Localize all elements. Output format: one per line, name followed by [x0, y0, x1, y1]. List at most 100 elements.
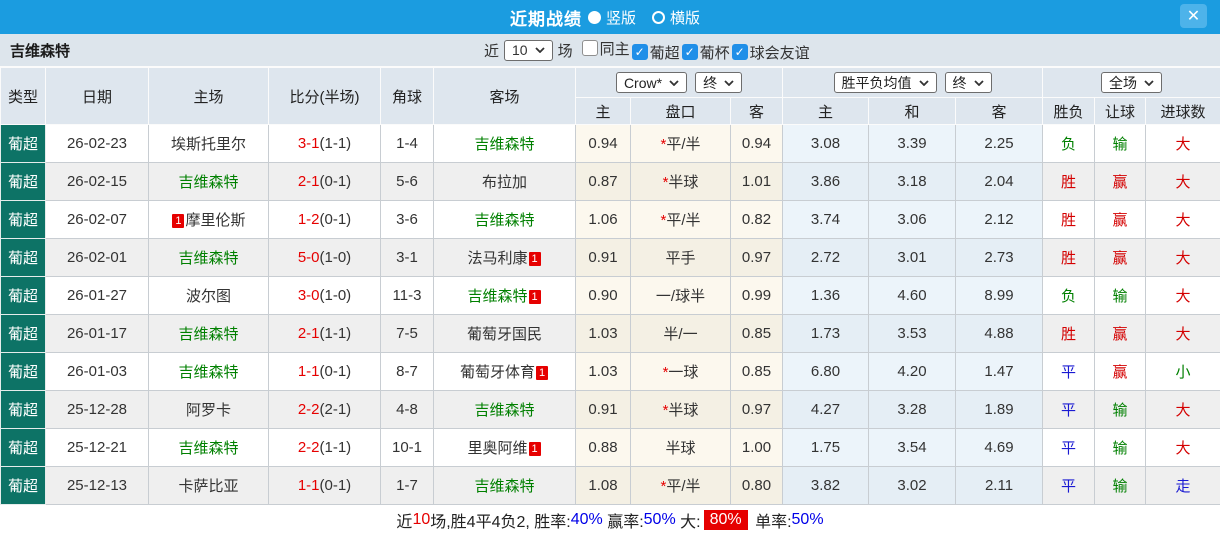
match-row: 葡超 26-01-03 吉维森特 1-1(0-1) 8-7 葡萄牙体育 1 1.0… — [0, 352, 1220, 391]
final-score: 1-1 — [297, 363, 320, 380]
view-mode-radio[interactable]: 横版 — [652, 7, 710, 28]
avg-draw-cell: 4.20 — [868, 352, 956, 391]
outcome-result-cell: 负 — [1042, 276, 1095, 315]
odds-away-cell: 1.01 — [730, 162, 783, 201]
away-team-cell: 法马利康 1 — [433, 238, 576, 277]
avg-away-cell: 4.88 — [955, 314, 1043, 353]
handicap-line: 平/半 — [666, 478, 701, 495]
games-label: 场 — [557, 42, 573, 60]
half-score: (1-0) — [319, 249, 352, 266]
filter-checkbox[interactable]: 同主 — [581, 38, 630, 59]
scope-group-header: 全场 — [1041, 67, 1220, 98]
odds-home-cell: 0.90 — [575, 276, 631, 315]
recent-count-select[interactable]: 10 — [504, 39, 553, 61]
outcome-result-cell: 胜 — [1042, 200, 1095, 239]
team-name: 葡萄牙国民 — [466, 326, 542, 343]
odds-home-cell: 0.91 — [575, 390, 631, 429]
avg-home-cell: 1.73 — [782, 314, 869, 353]
chevron-down-icon — [973, 79, 984, 86]
odds-away-cell: 0.80 — [730, 466, 783, 505]
goals-result-cell: 大 — [1144, 276, 1220, 315]
team-name: 法马利康 — [467, 250, 528, 267]
home-team-cell: 吉维森特 — [148, 238, 269, 277]
col-header-corner: 角球 — [380, 67, 434, 125]
home-team-cell: 波尔图 — [148, 276, 269, 315]
scope-select[interactable]: 全场 — [1101, 72, 1163, 93]
away-team-cell: 葡萄牙体育 1 — [433, 352, 576, 391]
corner-cell: 7-5 — [380, 314, 434, 353]
filter-bar: 吉维森特 近 10 场 同主 ✓ 葡超 ✓ 葡杯 ✓ 球会友谊 — [0, 34, 1220, 67]
avg-draw-cell: 4.60 — [868, 276, 956, 315]
match-row: 葡超 25-12-28 阿罗卡 2-2(2-1) 4-8 吉维森特 0.91 *… — [0, 390, 1220, 429]
final-score: 1-2 — [297, 211, 320, 228]
score-cell: 3-0(1-0) — [268, 276, 381, 315]
sub-header-odds-home: 主 — [575, 97, 631, 125]
odds-home-cell: 0.88 — [575, 428, 631, 467]
league-cell: 葡超 — [0, 428, 46, 467]
title-bar: 近期战绩 竖版 横版 ✕ — [0, 0, 1220, 34]
view-mode-toggle: 竖版 横版 — [582, 7, 710, 28]
avg-draw-cell: 3.54 — [868, 428, 956, 467]
match-row: 葡超 25-12-21 吉维森特 2-2(1-1) 10-1 里奥阿维 1 0.8… — [0, 428, 1220, 467]
team-name: 吉维森特 — [474, 136, 535, 153]
handicap-cell: 半球 — [630, 428, 731, 467]
avg-home-cell: 1.36 — [782, 276, 869, 315]
final-score: 2-2 — [297, 401, 320, 418]
goals-result-cell: 大 — [1144, 314, 1220, 353]
league-cell: 葡超 — [0, 352, 46, 391]
team-name: 吉维森特 — [474, 212, 535, 229]
handicap-cell: *一球 — [630, 352, 731, 391]
date-cell: 26-02-23 — [45, 124, 149, 163]
team-name: 波尔图 — [185, 288, 231, 305]
avg-away-cell: 8.99 — [955, 276, 1043, 315]
avg-draw-cell: 3.28 — [868, 390, 956, 429]
corner-cell: 11-3 — [380, 276, 434, 315]
col-header-score: 比分(半场) — [268, 67, 381, 125]
close-button[interactable]: ✕ — [1180, 4, 1207, 28]
view-mode-radio[interactable]: 竖版 — [587, 7, 646, 28]
home-team-cell: 阿罗卡 — [148, 390, 269, 429]
filter-checkbox[interactable]: ✓ 球会友谊 — [731, 42, 810, 63]
odds-period-select[interactable]: 终 — [695, 72, 743, 93]
score-cell: 1-2(0-1) — [268, 200, 381, 239]
handicap-result-cell: 赢 — [1094, 352, 1146, 391]
outcome-result-cell: 平 — [1042, 390, 1095, 429]
checkbox-icon: ✓ — [631, 44, 648, 60]
summary-segment: 大: — [675, 513, 701, 531]
handicap-cell: 一/球半 — [630, 276, 731, 315]
odds-company-select[interactable]: Crow* — [615, 72, 688, 93]
summary-segment: 50% — [791, 510, 824, 528]
handicap-line: 平/半 — [666, 136, 701, 153]
odds-home-cell: 1.03 — [575, 352, 631, 391]
sub-header-avg-home: 主 — [782, 97, 869, 125]
near-label: 近 — [484, 42, 500, 60]
team-name: 吉维森特 — [178, 364, 239, 381]
handicap-result-cell: 赢 — [1094, 238, 1146, 277]
handicap-line: 半球 — [665, 440, 696, 457]
odds-away-cell: 0.94 — [730, 124, 783, 163]
sub-header-avg-draw: 和 — [868, 97, 956, 125]
corner-cell: 3-1 — [380, 238, 434, 277]
away-team-cell: 吉维森特 — [433, 390, 576, 429]
avg-home-cell: 3.86 — [782, 162, 869, 201]
checkbox-icon: ✓ — [731, 44, 748, 60]
match-row: 葡超 26-02-23 埃斯托里尔 3-1(1-1) 1-4 吉维森特 0.94… — [0, 124, 1220, 163]
score-cell: 3-1(1-1) — [268, 124, 381, 163]
summary-segment: 赢率: — [602, 513, 644, 531]
home-team-cell: 1 摩里伦斯 — [148, 200, 269, 239]
sub-header-outcome: 胜负 — [1042, 97, 1095, 125]
away-team-cell: 吉维森特 — [433, 466, 576, 505]
filter-checkbox[interactable]: ✓ 葡超 — [631, 42, 680, 63]
team-name: 吉维森特 — [467, 288, 528, 305]
avg-odds-select[interactable]: 胜平负均值 — [833, 72, 937, 93]
filter-checkbox[interactable]: ✓ 葡杯 — [681, 42, 730, 63]
avg-home-cell: 3.74 — [782, 200, 869, 239]
handicap-result-cell: 输 — [1094, 390, 1146, 429]
team-name: 阿罗卡 — [185, 402, 231, 419]
outcome-result-cell: 平 — [1042, 466, 1095, 505]
league-cell: 葡超 — [0, 238, 46, 277]
recent-results-window: 近期战绩 竖版 横版 ✕ 吉维森特 近 10 场 同主 ✓ 葡超 ✓ 葡杯 ✓ … — [0, 0, 1220, 534]
league-cell: 葡超 — [0, 124, 46, 163]
avg-home-cell: 4.27 — [782, 390, 869, 429]
avg-period-select[interactable]: 终 — [944, 72, 992, 93]
